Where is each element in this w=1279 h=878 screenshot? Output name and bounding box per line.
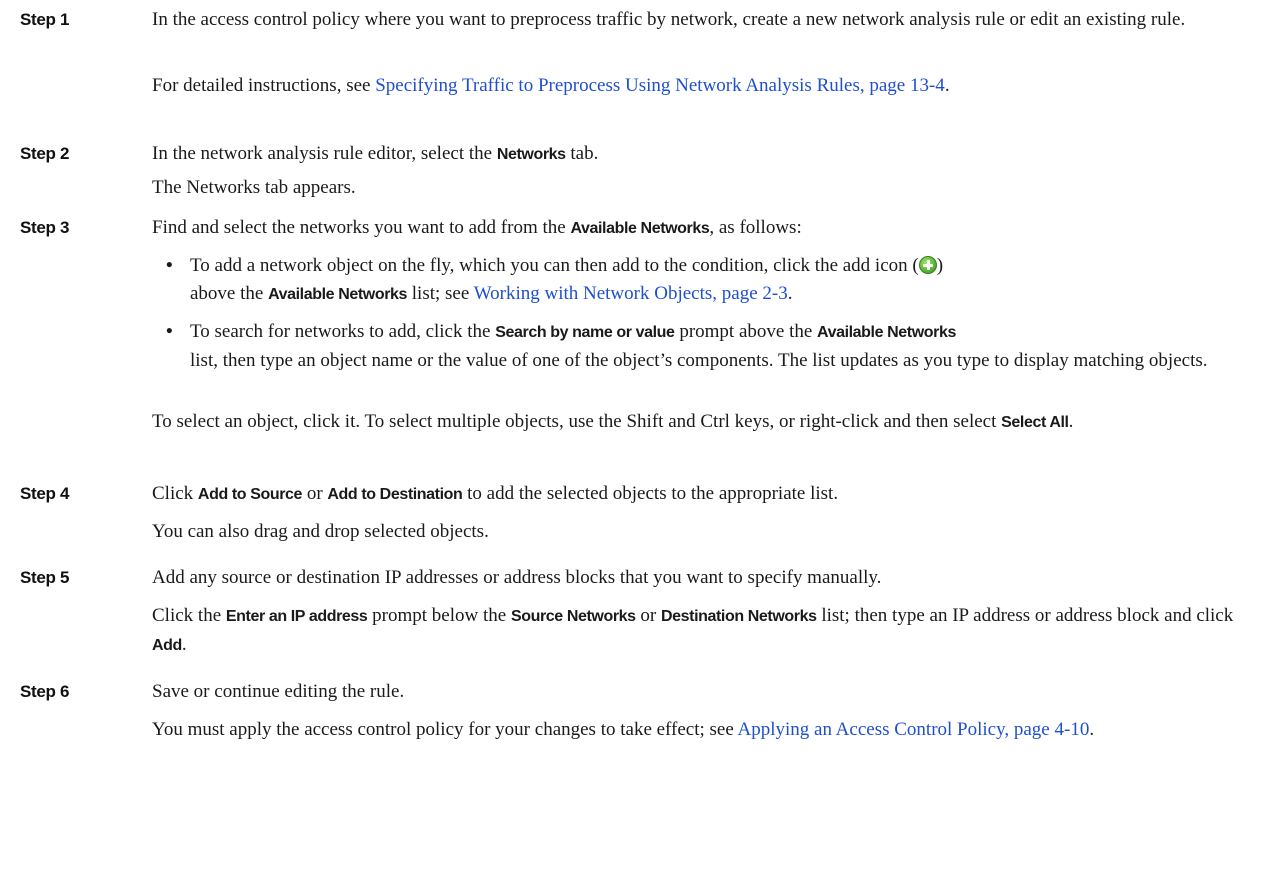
step-1-note-prefix: For detailed instructions, see (152, 75, 376, 96)
step-4-mid: or (302, 483, 328, 504)
bullet-2-t1: To search for networks to add, click the (190, 321, 496, 342)
step-6-note-prefix: You must apply the access control policy… (152, 719, 738, 740)
ui-available-networks: Available Networks (570, 220, 710, 237)
step-5-n-end: . (181, 634, 187, 655)
step-1-note-suffix: . (944, 75, 950, 96)
step-6-note-suffix: . (1089, 719, 1095, 740)
step-2-post: tab. (565, 143, 599, 164)
bullet-search-text: To search for networks to add, click the… (190, 318, 1260, 375)
step-4-text: Click Add to Source or Add to Destinatio… (152, 480, 1262, 509)
bullet-1-t1: To add a network object on the fly, whic… (190, 255, 919, 276)
step-3-post: , as follows: (709, 217, 802, 238)
step-5-n-mid2: or (635, 605, 661, 626)
step-3-text: Find and select the networks you want to… (152, 214, 1262, 243)
ui-source-networks: Source Networks (510, 608, 636, 625)
link-working-with-network-objects[interactable]: Working with Network Objects, page 2-3 (474, 283, 788, 304)
step-6-note: You must apply the access control policy… (152, 716, 1262, 744)
step-3-pre: Find and select the networks you want to… (152, 217, 571, 238)
step-6-text: Save or continue editing the rule. (152, 681, 405, 702)
step-5-label: Step 5 (20, 568, 70, 587)
ui-add-to-source: Add to Source (197, 486, 303, 503)
bullet-1-t4: list; see (407, 283, 474, 304)
bullet-1-t2: ) (936, 255, 944, 276)
bullet-1-t5: . (787, 283, 793, 304)
step-5-n-post: list; then type an IP address or address… (816, 605, 1234, 626)
bullet-2-t2: prompt above the (674, 321, 818, 342)
step-4-note: You can also drag and drop selected obje… (152, 521, 489, 542)
step-4-post: to add the selected objects to the appro… (462, 483, 839, 504)
link-applying-access-control-policy[interactable]: Applying an Access Control Policy, page … (738, 719, 1090, 740)
step-5-text: Add any source or destination IP address… (152, 567, 882, 588)
step-1-label: Step 1 (20, 10, 70, 29)
step-3-after-pre: To select an object, click it. To select… (152, 411, 1002, 432)
step-2-pre: In the network analysis rule editor, sel… (152, 143, 497, 164)
step-5-n-mid1: prompt below the (367, 605, 511, 626)
ui-enter-ip-address: Enter an IP address (225, 608, 368, 625)
bullet-dot: • (166, 321, 173, 342)
step-2-note: The Networks tab appears. (152, 177, 356, 198)
step-2-text: In the network analysis rule editor, sel… (152, 140, 1262, 169)
ui-add-to-destination: Add to Destination (327, 486, 463, 503)
step-3-after: To select an object, click it. To select… (152, 408, 1262, 437)
ui-select-all: Select All (1001, 414, 1069, 431)
link-specifying-traffic[interactable]: Specifying Traffic to Preprocess Using N… (375, 75, 945, 96)
step-5-note: Click the Enter an IP address prompt bel… (152, 602, 1262, 660)
bullet-1-t3: above the (190, 283, 269, 304)
ui-destination-networks: Destination Networks (660, 608, 817, 625)
ui-add: Add (152, 637, 182, 654)
ui-networks-tab: Networks (496, 146, 566, 163)
step-5-n-pre: Click the (152, 605, 226, 626)
step-6-label: Step 6 (20, 682, 70, 701)
bullet-add-network-text: To add a network object on the fly, whic… (190, 252, 1260, 309)
step-4-label: Step 4 (20, 484, 70, 503)
step-1-note: For detailed instructions, see Specifyin… (152, 72, 1262, 100)
bullet-dot: • (166, 255, 173, 276)
step-1-text: In the access control policy where you w… (152, 9, 1186, 30)
ui-search-by-name: Search by name or value (495, 324, 675, 341)
step-3-after-post: . (1068, 411, 1074, 432)
step-2-label: Step 2 (20, 144, 70, 163)
add-icon (918, 256, 937, 274)
bullet-2-t3: list, then type an object name or the va… (190, 350, 1208, 371)
step-3-label: Step 3 (20, 218, 70, 237)
step-4-pre: Click (152, 483, 198, 504)
ui-available-networks: Available Networks (817, 324, 956, 341)
ui-available-networks: Available Networks (268, 286, 408, 303)
